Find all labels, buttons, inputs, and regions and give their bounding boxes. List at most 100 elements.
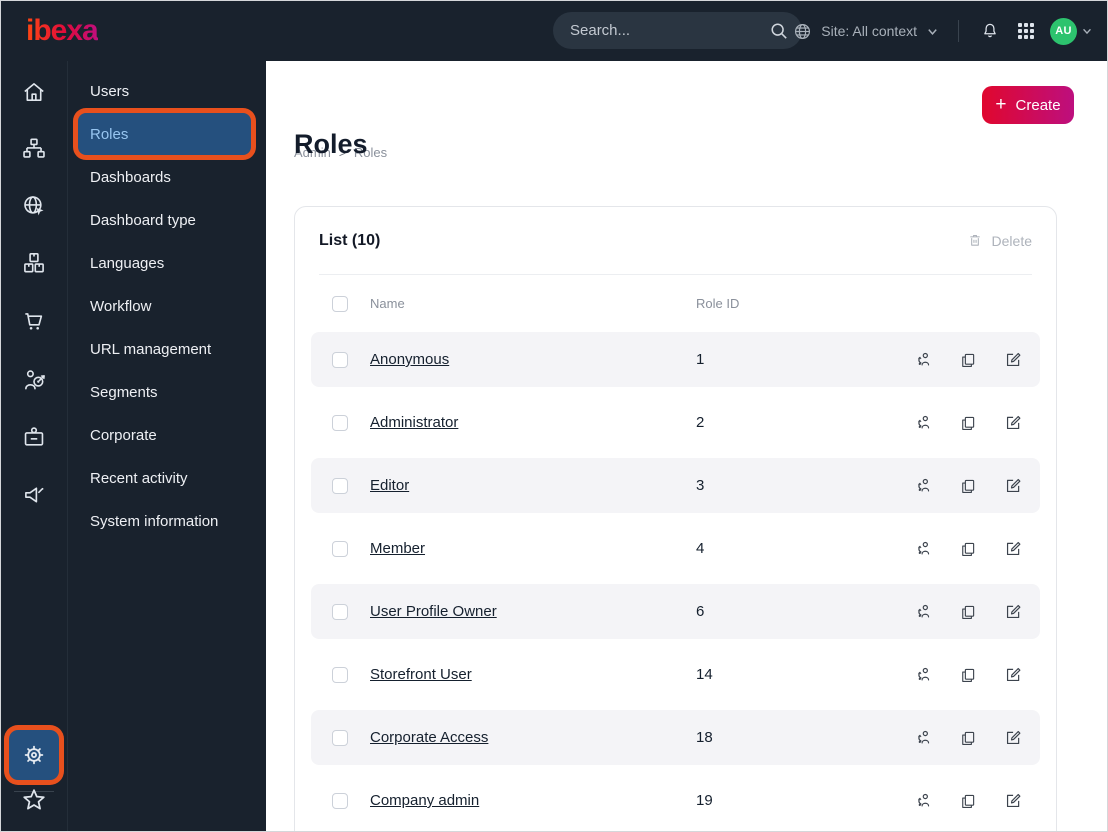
sidebar-item-url-management[interactable]: URL management: [78, 328, 251, 370]
select-all-checkbox[interactable]: [332, 295, 348, 312]
icon-rail: [1, 61, 68, 831]
assign-users-icon: [914, 728, 933, 747]
sidebar-item-roles[interactable]: Roles: [78, 113, 251, 155]
copy-icon: [959, 477, 977, 495]
edit-role-button[interactable]: [1003, 476, 1023, 496]
assign-users-button[interactable]: [913, 602, 933, 622]
edit-role-button[interactable]: [1003, 413, 1023, 433]
assign-users-button[interactable]: [913, 350, 933, 370]
row-checkbox[interactable]: [332, 603, 348, 620]
role-name-link[interactable]: Editor: [370, 477, 696, 494]
table-row: Storefront User 14: [311, 647, 1040, 702]
table-row: Anonymous 1: [311, 332, 1040, 387]
row-checkbox[interactable]: [332, 477, 348, 494]
sidebar-item-languages[interactable]: Languages: [78, 242, 251, 284]
row-checkbox[interactable]: [332, 351, 348, 368]
row-actions: [913, 602, 1027, 622]
table-row: Company admin 19: [311, 773, 1040, 828]
role-id-value: 18: [696, 729, 713, 746]
row-checkbox[interactable]: [332, 729, 348, 746]
sidebar-item-corporate[interactable]: Corporate: [78, 414, 251, 456]
delete-button[interactable]: Delete: [967, 232, 1032, 249]
chevron-down-icon: [1081, 25, 1093, 37]
site-icon[interactable]: [20, 192, 48, 220]
role-id-value: 1: [696, 351, 705, 368]
user-menu[interactable]: AU: [1050, 17, 1093, 45]
role-name-link[interactable]: Member: [370, 540, 696, 557]
role-id-value: 3: [696, 477, 705, 494]
assign-users-icon: [914, 665, 933, 684]
commerce-icon[interactable]: [20, 307, 48, 335]
copy-icon: [959, 666, 977, 684]
role-name-link[interactable]: Corporate Access: [370, 729, 696, 746]
role-name-link[interactable]: Anonymous: [370, 351, 696, 368]
copy-icon: [959, 792, 977, 810]
copy-role-button[interactable]: [958, 791, 978, 811]
assign-users-button[interactable]: [913, 539, 933, 559]
product-catalog-icon[interactable]: [20, 249, 48, 277]
row-checkbox[interactable]: [332, 666, 348, 683]
row-actions: [913, 350, 1027, 370]
site-context-selector[interactable]: Site: All context: [793, 22, 939, 41]
copy-role-button[interactable]: [958, 476, 978, 496]
edit-role-button[interactable]: [1003, 539, 1023, 559]
row-checkbox[interactable]: [332, 540, 348, 557]
role-name-link[interactable]: Administrator: [370, 414, 696, 431]
copy-role-button[interactable]: [958, 539, 978, 559]
sidebar-item-segments[interactable]: Segments: [78, 371, 251, 413]
ibexa-logo[interactable]: ibexa: [26, 14, 99, 48]
copy-role-button[interactable]: [958, 602, 978, 622]
copy-icon: [959, 540, 977, 558]
edit-icon: [1004, 350, 1023, 369]
chevron-down-icon: [926, 25, 939, 38]
search-input[interactable]: [570, 22, 770, 39]
column-header-name: Name: [370, 296, 405, 311]
personalization-icon[interactable]: [20, 366, 48, 394]
edit-role-button[interactable]: [1003, 728, 1023, 748]
sidebar-item-workflow[interactable]: Workflow: [78, 285, 251, 327]
roles-table: Name Role ID Anonymous 1 Administrator 2…: [295, 275, 1056, 828]
create-button[interactable]: + Create: [982, 86, 1074, 124]
search-icon[interactable]: [770, 22, 788, 40]
copy-role-button[interactable]: [958, 350, 978, 370]
edit-role-button[interactable]: [1003, 665, 1023, 685]
plus-icon: +: [995, 93, 1007, 115]
sidebar-item-users[interactable]: Users: [78, 70, 251, 112]
sidebar-item-recent-activity[interactable]: Recent activity: [78, 457, 251, 499]
assign-users-button[interactable]: [913, 728, 933, 748]
edit-role-button[interactable]: [1003, 350, 1023, 370]
main-content: Admin > Roles + Create Roles List (10) D…: [266, 61, 1107, 831]
role-name-link[interactable]: Storefront User: [370, 666, 696, 683]
edit-icon: [1004, 476, 1023, 495]
bookmarks-button[interactable]: [20, 786, 48, 814]
app-switcher-button[interactable]: [1015, 20, 1037, 42]
sidebar-item-dashboard-type[interactable]: Dashboard type: [78, 199, 251, 241]
sidebar-item-system-information[interactable]: System information: [78, 500, 251, 542]
row-checkbox[interactable]: [332, 792, 348, 809]
content-structure-icon[interactable]: [20, 135, 48, 163]
assign-users-button[interactable]: [913, 791, 933, 811]
table-row: Editor 3: [311, 458, 1040, 513]
settings-button[interactable]: [9, 730, 59, 780]
customer-portal-icon[interactable]: [20, 423, 48, 451]
notifications-button[interactable]: [978, 19, 1002, 43]
table-header-row: Name Role ID: [311, 275, 1040, 332]
edit-role-button[interactable]: [1003, 791, 1023, 811]
assign-users-icon: [914, 413, 933, 432]
assign-users-button[interactable]: [913, 413, 933, 433]
edit-role-button[interactable]: [1003, 602, 1023, 622]
assign-users-button[interactable]: [913, 665, 933, 685]
sidebar-item-dashboards[interactable]: Dashboards: [78, 156, 251, 198]
copy-icon: [959, 729, 977, 747]
table-row: User Profile Owner 6: [311, 584, 1040, 639]
copy-role-button[interactable]: [958, 665, 978, 685]
campaigns-icon[interactable]: [20, 481, 48, 509]
role-name-link[interactable]: Company admin: [370, 792, 696, 809]
topbar-right-cluster: Site: All context AU: [793, 1, 1093, 61]
row-checkbox[interactable]: [332, 414, 348, 431]
home-icon[interactable]: [20, 78, 48, 106]
assign-users-button[interactable]: [913, 476, 933, 496]
role-name-link[interactable]: User Profile Owner: [370, 603, 696, 620]
copy-role-button[interactable]: [958, 413, 978, 433]
copy-role-button[interactable]: [958, 728, 978, 748]
